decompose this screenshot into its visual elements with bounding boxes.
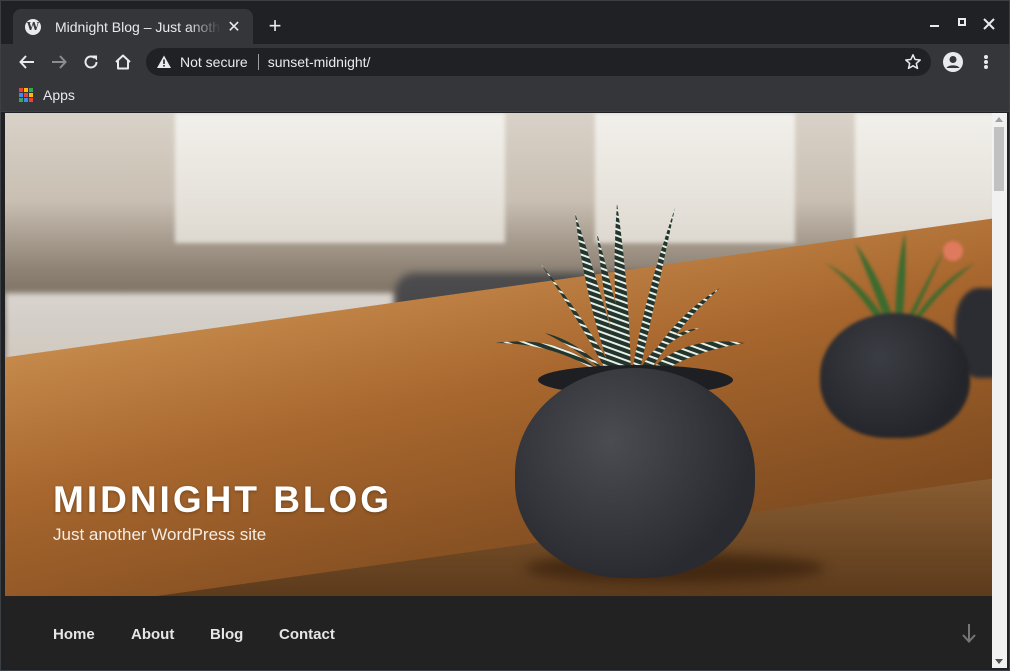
nav-item-about[interactable]: About <box>131 626 174 643</box>
account-icon <box>943 52 963 72</box>
site-title[interactable]: MIDNIGHT BLOG <box>53 479 392 521</box>
address-bar[interactable]: Not secure sunset-midnight/ <box>146 48 931 76</box>
maximize-icon <box>958 18 966 26</box>
url-text[interactable]: sunset-midnight/ <box>268 54 371 70</box>
apps-grid-icon <box>19 88 33 102</box>
minimize-icon <box>929 25 939 27</box>
nav-item-blog[interactable]: Blog <box>210 626 243 643</box>
browser-toolbar: Not secure sunset-midnight/ <box>1 44 1009 80</box>
plant-pot <box>515 368 755 578</box>
scroll-down-button[interactable] <box>960 622 978 644</box>
browser-window: W Midnight Blog – Just another WordPress… <box>0 0 1010 671</box>
dot-icon <box>984 60 988 64</box>
apps-bookmark[interactable]: Apps <box>19 87 75 103</box>
site-description: Just another WordPress site <box>53 525 267 544</box>
close-window-button[interactable] <box>979 13 999 34</box>
bookmark-star-button[interactable] <box>904 53 922 71</box>
arrow-right-icon <box>52 55 67 69</box>
apps-label: Apps <box>43 87 75 103</box>
tab-midnight-blog[interactable]: W Midnight Blog – Just another WordPress… <box>13 9 253 44</box>
page-viewport: MIDNIGHT BLOG Just another WordPress sit… <box>5 113 992 668</box>
header-image: MIDNIGHT BLOG Just another WordPress sit… <box>5 113 992 596</box>
maximize-button[interactable] <box>952 13 972 26</box>
wordpress-icon: W <box>25 18 41 35</box>
scroll-up-arrow-icon[interactable] <box>995 117 1003 122</box>
tab-title: Midnight Blog – Just another WordPress s… <box>55 18 221 35</box>
arrow-down-icon <box>962 624 976 643</box>
profile-button[interactable] <box>942 51 964 73</box>
warning-icon[interactable] <box>156 54 172 70</box>
arrow-left-icon <box>19 55 34 69</box>
close-tab-icon[interactable]: ✕ <box>225 17 243 37</box>
nav-item-contact[interactable]: Contact <box>279 626 335 643</box>
star-icon <box>905 54 921 70</box>
close-icon <box>983 18 995 30</box>
dot-icon <box>984 55 988 59</box>
reload-button[interactable] <box>80 51 102 73</box>
nav-item-home[interactable]: Home <box>53 626 95 643</box>
forward-button[interactable] <box>48 51 70 73</box>
site-navigation: Home About Blog Contact <box>5 596 992 668</box>
succulent-plant <box>495 203 745 386</box>
home-button[interactable] <box>112 51 134 73</box>
back-button[interactable] <box>16 51 38 73</box>
browser-menu-button[interactable] <box>979 52 993 72</box>
scroll-down-arrow-icon[interactable] <box>995 659 1003 664</box>
new-tab-button[interactable]: + <box>263 15 287 37</box>
dot-icon <box>984 65 988 69</box>
minimize-button[interactable] <box>924 13 944 27</box>
security-status[interactable]: Not secure <box>180 54 248 70</box>
reload-icon <box>84 55 98 69</box>
scrollbar-thumb[interactable] <box>994 127 1004 191</box>
address-divider <box>257 54 259 70</box>
vertical-scrollbar[interactable] <box>992 113 1007 668</box>
background-window <box>175 113 505 243</box>
home-icon <box>115 54 131 70</box>
tab-strip: W Midnight Blog – Just another WordPress… <box>1 1 1009 44</box>
background-pot <box>820 313 970 438</box>
bookmarks-bar: Apps <box>1 80 1009 112</box>
